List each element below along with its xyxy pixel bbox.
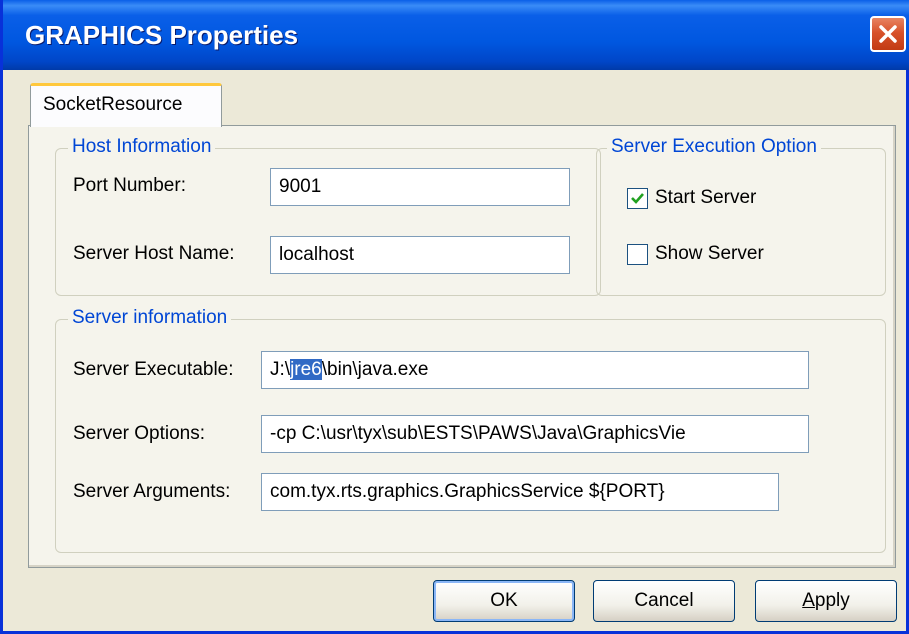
start-server-label: Start Server bbox=[655, 187, 757, 208]
show-server-label: Show Server bbox=[655, 243, 764, 264]
show-server-checkbox[interactable] bbox=[627, 244, 648, 265]
server-execution-option-group: Server Execution Option Start Server Sho… bbox=[596, 136, 886, 296]
title-bar[interactable]: GRAPHICS Properties bbox=[3, 0, 909, 70]
executable-text-prefix: J:\ bbox=[270, 359, 291, 380]
ok-button[interactable]: OK bbox=[433, 580, 575, 622]
close-icon bbox=[879, 25, 897, 43]
apply-button[interactable]: Apply bbox=[755, 580, 897, 622]
host-information-group: Host Information Port Number: 9001 Serve… bbox=[55, 136, 601, 296]
server-host-name-input[interactable]: localhost bbox=[270, 236, 570, 274]
server-executable-label: Server Executable: bbox=[73, 359, 234, 380]
close-button[interactable] bbox=[870, 16, 906, 52]
apply-mnemonic: A bbox=[802, 590, 815, 611]
server-information-group: Server information Server Executable: J:… bbox=[55, 307, 886, 553]
tab-label: SocketResource bbox=[43, 94, 183, 115]
host-information-title: Host Information bbox=[68, 136, 216, 158]
tab-socketresource[interactable]: SocketResource bbox=[30, 83, 222, 127]
window-title: GRAPHICS Properties bbox=[25, 20, 299, 50]
server-execution-option-title: Server Execution Option bbox=[607, 136, 821, 158]
port-number-input[interactable]: 9001 bbox=[270, 168, 570, 206]
server-options-label: Server Options: bbox=[73, 423, 205, 444]
server-information-title: Server information bbox=[68, 307, 232, 329]
server-executable-input[interactable]: J:\jre6\bin\java.exe bbox=[261, 351, 809, 389]
server-host-name-label: Server Host Name: bbox=[73, 243, 235, 264]
executable-text-selection: jre6 bbox=[290, 359, 322, 380]
tab-page: Host Information Port Number: 9001 Serve… bbox=[28, 125, 896, 568]
apply-label-rest: pply bbox=[814, 590, 850, 611]
executable-text-suffix: \bin\java.exe bbox=[321, 359, 429, 380]
cancel-button[interactable]: Cancel bbox=[593, 580, 735, 622]
server-arguments-label: Server Arguments: bbox=[73, 481, 231, 502]
start-server-checkbox[interactable] bbox=[627, 188, 648, 209]
port-number-label: Port Number: bbox=[73, 175, 186, 196]
server-options-input[interactable]: -cp C:\usr\tyx\sub\ESTS\PAWS\Java\Graphi… bbox=[261, 415, 809, 453]
checkmark-icon bbox=[631, 193, 644, 204]
server-arguments-input[interactable]: com.tyx.rts.graphics.GraphicsService ${P… bbox=[261, 473, 779, 511]
properties-dialog: GRAPHICS Properties SocketResource Host … bbox=[0, 0, 909, 634]
